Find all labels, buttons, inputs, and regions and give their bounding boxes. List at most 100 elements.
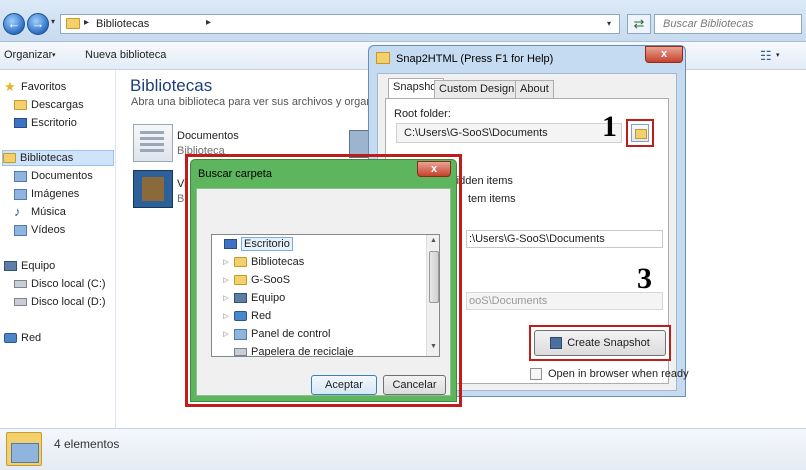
control-panel-icon (234, 328, 247, 340)
sidebar-item-videos[interactable]: Vídeos (14, 222, 65, 238)
documents-library-icon[interactable] (133, 124, 173, 162)
window-titlebar[interactable]: Snap2HTML (Press F1 for Help) x (369, 46, 685, 72)
tab-about[interactable]: About (515, 80, 554, 98)
chevron-down-icon[interactable]: ▾ (776, 51, 780, 59)
tree-item-label: Equipo (251, 292, 286, 304)
search-input[interactable]: Buscar Bibliotecas (654, 14, 802, 34)
tree-item-label: Bibliotecas (251, 256, 305, 268)
tree-item-escritorio[interactable]: Escritorio (212, 235, 426, 253)
videos-library-icon[interactable] (133, 170, 173, 208)
tree-expand-triangle-icon[interactable]: ▷ (222, 276, 230, 284)
folder-tree[interactable]: Escritorio ▷ Bibliotecas ▷ G-SooS ▷ Equi… (211, 234, 440, 357)
window-title: Snap2HTML (Press F1 for Help) (396, 53, 554, 65)
sidebar-item-descargas[interactable]: Descargas (14, 97, 84, 113)
address-bar: ← → ▾ ▸ Bibliotecas ▸ ▾ ⇄ Buscar Bibliot… (0, 0, 806, 42)
tree-expand-triangle-icon[interactable]: ▷ (222, 330, 230, 338)
close-button[interactable]: x (417, 161, 451, 177)
sidebar-item-documentos[interactable]: Documentos (14, 168, 93, 184)
tree-item-panel-de-control[interactable]: ▷ Panel de control (212, 325, 426, 343)
sidebar-item-imagenes[interactable]: Imágenes (14, 186, 79, 202)
tree-item-red[interactable]: ▷ Red (212, 307, 426, 325)
tab-custom-design[interactable]: Custom Design (434, 80, 520, 98)
libraries-icon (234, 257, 247, 267)
status-bar: 4 elementos (0, 428, 806, 470)
tree-item-bibliotecas[interactable]: ▷ Bibliotecas (212, 253, 426, 271)
root-folder-value: C:\Users\G-SooS\Documents (404, 127, 548, 139)
new-library-button[interactable]: Nueva biblioteca (85, 49, 166, 61)
computer-icon (234, 293, 247, 303)
step-1-annotation: 1 (602, 110, 617, 143)
root-folder-field[interactable]: C:\Users\G-SooS\Documents (396, 123, 622, 143)
browse-folder-button[interactable] (626, 119, 654, 147)
sidebar-item-favoritos[interactable]: ★ Favoritos (4, 79, 66, 95)
page-title: Bibliotecas (130, 76, 213, 95)
open-folder-icon (631, 124, 649, 142)
back-button[interactable]: ← (3, 13, 25, 35)
sidebar-item-label: Red (21, 332, 42, 344)
sidebar-item-label: Vídeos (31, 224, 66, 236)
close-button[interactable]: x (645, 46, 683, 63)
close-icon: x (430, 163, 438, 175)
tree-item-label: G-SooS (251, 274, 291, 286)
tree-item-g-soos[interactable]: ▷ G-SooS (212, 271, 426, 289)
dialog-title: Buscar carpeta (198, 168, 272, 180)
scrollbar-thumb[interactable] (429, 251, 439, 303)
save-disk-icon (550, 337, 563, 349)
arrow-left-icon: ← (7, 16, 21, 31)
create-snapshot-label: Create Snapshot (567, 337, 650, 349)
breadcrumb-chevron-icon[interactable]: ▸ (84, 17, 89, 28)
search-placeholder: Buscar Bibliotecas (663, 18, 754, 30)
music-note-icon: ♪ (14, 204, 21, 219)
sidebar-item-musica[interactable]: ♪ Música (14, 204, 66, 220)
sidebar-item-red[interactable]: Red (4, 330, 41, 346)
tree-expand-triangle-icon[interactable]: ▷ (222, 258, 230, 266)
recycle-bin-icon (234, 348, 247, 356)
tree-item-label: Papelera de reciclaje (251, 346, 354, 357)
user-folder-icon (234, 275, 247, 285)
pictures-icon (14, 188, 27, 200)
videos-icon (14, 224, 27, 236)
tree-expand-triangle-icon[interactable]: ▷ (222, 294, 230, 302)
sidebar-item-disco-c[interactable]: Disco local (C:) (14, 276, 106, 292)
sidebar-item-label: Descargas (31, 99, 84, 111)
sidebar-item-bibliotecas[interactable]: Bibliotecas (2, 150, 114, 166)
arrow-right-icon: → (31, 16, 45, 31)
sidebar-item-label: Escritorio (31, 117, 77, 129)
sidebar-item-escritorio[interactable]: Escritorio (14, 115, 77, 131)
create-snapshot-button[interactable]: Create Snapshot (534, 330, 666, 356)
output-file-field[interactable]: :\Users\G-SooS\Documents (466, 230, 663, 248)
organize-button[interactable]: Organizar (4, 49, 52, 61)
tree-scrollbar[interactable]: ▲ ▼ (426, 235, 439, 356)
link-path-field[interactable]: ooS\Documents (466, 292, 663, 310)
tree-item-papelera[interactable]: Papelera de reciclaje (212, 343, 426, 357)
refresh-icon: ⇄ (633, 16, 645, 31)
breadcrumb-bibliotecas[interactable]: Bibliotecas (96, 18, 149, 30)
open-in-browser-checkbox[interactable] (530, 368, 542, 380)
library-item-name[interactable]: Documentos (177, 130, 239, 142)
sidebar-item-equipo[interactable]: Equipo (4, 258, 55, 274)
tree-expand-triangle-icon[interactable]: ▷ (222, 312, 230, 320)
root-folder-label: Root folder: (394, 108, 451, 120)
refresh-button[interactable]: ⇄ (627, 14, 651, 34)
breadcrumb-chevron-icon[interactable]: ▸ (206, 17, 211, 28)
sidebar-item-label: Disco local (C:) (31, 278, 106, 290)
address-history-chevron-down-icon[interactable]: ▾ (607, 19, 611, 28)
view-options-icon[interactable]: ☷ (760, 48, 772, 64)
forward-button[interactable]: → (27, 13, 49, 35)
browse-dialog-highlight: Buscar carpeta x Escritorio ▷ Biblioteca… (185, 154, 462, 407)
item-count: 4 elementos (54, 437, 120, 451)
desktop-icon (14, 118, 27, 128)
accept-button[interactable]: Aceptar (311, 375, 377, 395)
scroll-down-arrow-icon[interactable]: ▼ (430, 343, 437, 350)
address-field[interactable]: ▸ Bibliotecas ▸ ▾ (60, 14, 620, 34)
recent-pages-chevron-down-icon[interactable]: ▾ (51, 17, 55, 26)
tree-item-equipo[interactable]: ▷ Equipo (212, 289, 426, 307)
libraries-large-icon (6, 432, 42, 466)
hard-drive-icon (14, 280, 27, 288)
tree-item-label: Escritorio (241, 237, 293, 251)
scroll-up-arrow-icon[interactable]: ▲ (430, 237, 437, 244)
open-in-browser-label: Open in browser when ready (548, 368, 689, 380)
cancel-button[interactable]: Cancelar (383, 375, 446, 395)
step-3-annotation: 3 (637, 262, 652, 295)
sidebar-item-disco-d[interactable]: Disco local (D:) (14, 294, 106, 310)
